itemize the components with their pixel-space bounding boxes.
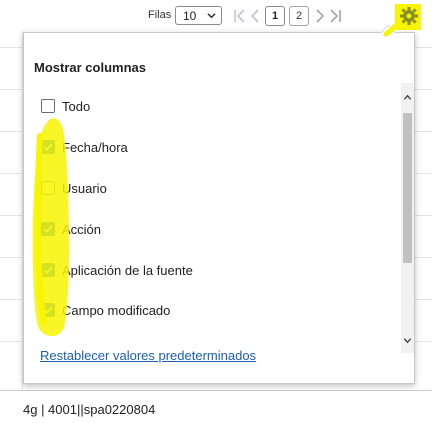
- column-option-label: Fecha/hora: [62, 140, 128, 155]
- column-option-fecha-hora[interactable]: Fecha/hora: [41, 138, 341, 158]
- panel-title: Mostrar columnas: [34, 60, 146, 75]
- rows-per-page-value: 10: [183, 9, 197, 23]
- column-option-label: Todo: [62, 99, 91, 114]
- checkmark-icon: [43, 306, 53, 314]
- scrollbar-thumb[interactable]: [403, 113, 412, 263]
- scroll-down-icon[interactable]: [403, 336, 412, 345]
- checkbox-todo[interactable]: [41, 99, 55, 113]
- column-option-label: Acción: [62, 222, 102, 237]
- footer-text: 4g | 4001||spa0220804: [23, 402, 156, 417]
- column-option-label: Campo modificado: [62, 303, 171, 318]
- next-page-icon[interactable]: [313, 8, 327, 24]
- checkmark-icon: [43, 266, 53, 274]
- page-button-1[interactable]: 1: [265, 6, 285, 26]
- checkbox-aplicacion-fuente[interactable]: [41, 263, 55, 277]
- pagination-toolbar: Filas 10 1 2: [0, 0, 432, 32]
- checkbox-accion[interactable]: [41, 222, 55, 236]
- column-option-usuario[interactable]: Usuario: [41, 179, 341, 199]
- column-option-aplicacion-fuente[interactable]: Aplicación de la fuente: [41, 261, 341, 281]
- panel-pointer-fill: [381, 26, 395, 33]
- checkmark-icon: [43, 143, 53, 151]
- scroll-up-icon[interactable]: [403, 93, 412, 102]
- column-option-list: Todo Fecha/hora Usuario Acción Aplicació…: [24, 83, 394, 353]
- page-button-2[interactable]: 2: [289, 6, 309, 26]
- column-option-label: Aplicación de la fuente: [62, 263, 193, 278]
- prev-page-icon[interactable]: [248, 8, 262, 24]
- column-option-accion[interactable]: Acción: [41, 220, 341, 240]
- column-option-todo[interactable]: Todo: [41, 97, 341, 117]
- column-option-campo-modificado[interactable]: Campo modificado: [41, 301, 341, 321]
- gear-icon: [395, 4, 421, 30]
- column-option-label: Usuario: [62, 181, 107, 196]
- last-page-icon[interactable]: [328, 8, 342, 24]
- rows-label: Filas: [148, 9, 172, 21]
- checkbox-campo-modificado[interactable]: [41, 303, 55, 317]
- list-scrollbar[interactable]: [401, 83, 414, 353]
- chevron-down-icon: [207, 13, 216, 19]
- checkbox-usuario[interactable]: [41, 181, 55, 195]
- column-chooser-panel: Mostrar columnas Todo Fecha/hora Usuario…: [23, 32, 415, 384]
- settings-button[interactable]: [395, 4, 421, 30]
- rows-per-page-select[interactable]: 10: [175, 6, 222, 25]
- reset-defaults-link[interactable]: Restablecer valores predeterminados: [40, 348, 256, 363]
- checkmark-icon: [43, 225, 53, 233]
- checkbox-fecha-hora[interactable]: [41, 140, 55, 154]
- footer-divider: [0, 390, 432, 391]
- first-page-icon[interactable]: [233, 8, 247, 24]
